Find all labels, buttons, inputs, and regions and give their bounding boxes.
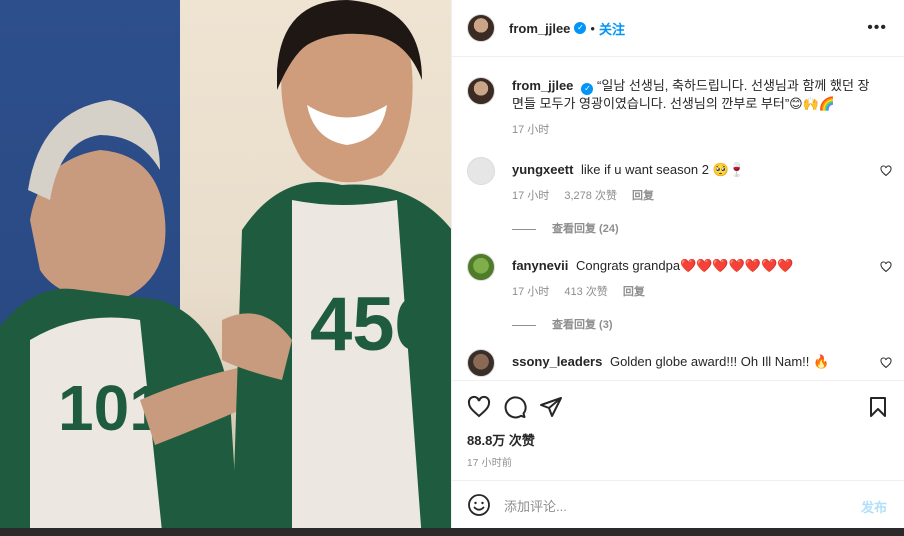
caption-time[interactable]: 17 小时	[512, 124, 549, 136]
comment-bubble-icon[interactable]	[503, 395, 527, 419]
comment-body: ssony_leaders Golden globe award!!! Oh I…	[512, 353, 872, 371]
comment-text: like if u want season 2 🥺🍷	[581, 162, 745, 177]
view-replies-label: 查看回复 (3)	[552, 319, 613, 331]
comment-avatar[interactable]	[467, 349, 495, 377]
separator-dot: •	[590, 20, 595, 36]
author-username[interactable]: from_jjlee	[509, 21, 570, 36]
comment-avatar[interactable]	[467, 157, 495, 185]
comment-username[interactable]: fanynevii	[512, 258, 568, 273]
follow-button[interactable]: 关注	[599, 19, 625, 38]
comment-text: Congrats grandpa❤️❤️❤️❤️❤️❤️❤️	[575, 258, 794, 273]
comment-time[interactable]: 17 小时	[512, 286, 549, 298]
comment-text: Golden globe award!!! Oh Ill Nam!! 🔥	[609, 354, 830, 369]
like-heart-icon[interactable]	[467, 395, 491, 419]
verified-badge-icon: ✓	[574, 22, 587, 34]
view-replies-button[interactable]: 查看回复 (3)	[512, 316, 613, 332]
comment-body: yungxeett like if u want season 2 🥺🍷 17 …	[512, 161, 872, 205]
caption-meta: 17 小时	[512, 121, 872, 139]
author-avatar[interactable]	[467, 14, 495, 42]
view-replies-button[interactable]: 查看回复 (24)	[512, 220, 619, 236]
reply-button[interactable]: 回复	[632, 190, 654, 202]
verified-badge-icon: ✓	[581, 83, 594, 95]
share-paper-plane-icon[interactable]	[539, 395, 563, 419]
comment-like-count[interactable]: 3,278 次赞	[564, 190, 617, 202]
comment-like-count[interactable]: 413 次赞	[564, 286, 607, 298]
view-replies-label: 查看回复 (24)	[552, 223, 619, 235]
comment-meta: 17 小时 413 次赞 回复	[512, 283, 872, 301]
post-actions-bar	[452, 380, 904, 429]
save-bookmark-icon[interactable]	[866, 395, 890, 419]
photo-number-right: 456	[310, 282, 437, 367]
post-detail-panel: from_jjlee ✓ • 关注 ••• from_jjlee ✓ “일남 선생…	[451, 0, 904, 528]
emoji-icon[interactable]	[467, 493, 491, 517]
view-replies-line	[512, 324, 536, 326]
reply-button[interactable]: 回复	[623, 286, 645, 298]
comments-list: from_jjlee ✓ “일남 선생님, 축하드립니다. 선생님과 함께 했던 …	[452, 57, 904, 379]
photo-person-right: 456	[222, 0, 451, 528]
likes-count[interactable]: 88.8万 次赞	[467, 430, 535, 449]
caption-body: from_jjlee ✓ “일남 선생님, 축하드립니다. 선생님과 함께 했던 …	[512, 77, 872, 139]
comment-body: fanynevii Congrats grandpa❤️❤️❤️❤️❤️❤️❤️…	[512, 257, 872, 301]
caption-username[interactable]: from_jjlee	[512, 78, 573, 93]
comment-avatar[interactable]	[467, 253, 495, 281]
caption-avatar[interactable]	[467, 77, 495, 105]
comment-like-heart-icon[interactable]	[880, 357, 892, 369]
comment-username[interactable]: yungxeett	[512, 162, 573, 177]
view-replies-line	[512, 228, 536, 230]
post-comment-button[interactable]: 发布	[861, 497, 887, 516]
post-timestamp[interactable]: 17 小时前	[467, 454, 512, 469]
page-bottom-strip	[0, 528, 904, 536]
comment-like-heart-icon[interactable]	[880, 261, 892, 273]
comment-meta: 17 小时 3,278 次赞 回复	[512, 187, 872, 205]
more-options-icon[interactable]: •••	[867, 19, 887, 37]
comment-username[interactable]: ssony_leaders	[512, 354, 602, 369]
photo-person-left: 101	[0, 100, 250, 528]
post-header: from_jjlee ✓ • 关注 •••	[452, 0, 904, 57]
post-photo[interactable]: 101 456	[0, 0, 451, 528]
comment-like-heart-icon[interactable]	[880, 165, 892, 177]
comment-input[interactable]	[502, 495, 826, 517]
add-comment-bar: 发布	[452, 480, 904, 529]
comment-time[interactable]: 17 小时	[512, 190, 549, 202]
